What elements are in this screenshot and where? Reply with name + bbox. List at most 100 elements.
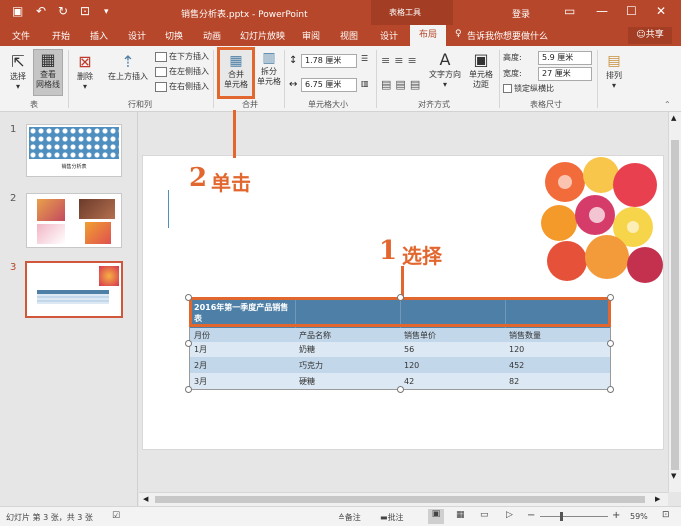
lock-aspect-checkbox[interactable]: 锁定纵横比	[503, 83, 554, 95]
cell-margins-button[interactable]: ▣ 单元格 边距	[465, 50, 497, 90]
align-left-icon[interactable]: ≡	[381, 54, 394, 67]
customize-qat-icon[interactable]: ▾	[104, 7, 109, 17]
table-header-cell[interactable]: 销售单价	[400, 328, 505, 342]
insert-left-button[interactable]: 在左侧插入	[155, 66, 209, 78]
fit-slide-icon[interactable]: ⊡	[662, 510, 670, 520]
zoom-slider-track[interactable]	[540, 516, 608, 517]
horizontal-align-buttons[interactable]: ≡≡≡	[381, 54, 421, 67]
table-cell[interactable]: 硬糖	[295, 373, 400, 389]
tab-table-layout[interactable]: 布局	[410, 25, 446, 46]
align-center-icon[interactable]: ≡	[394, 54, 407, 67]
tab-view[interactable]: 视图	[340, 29, 358, 42]
signin-link[interactable]: 登录	[512, 7, 530, 20]
reading-view-icon[interactable]: ▭	[480, 510, 489, 520]
zoom-slider-thumb[interactable]	[560, 512, 563, 521]
tab-review[interactable]: 审阅	[302, 29, 320, 42]
save-icon[interactable]: ▣	[12, 4, 23, 18]
comments-button[interactable]: ▬批注	[380, 512, 404, 523]
slide-thumbnail-2[interactable]	[26, 193, 122, 248]
distribute-cols-icon[interactable]: ▥	[361, 79, 369, 88]
table-header-cell[interactable]: 销售数量	[505, 328, 610, 342]
table-height-input[interactable]: 5.9 厘米	[538, 51, 592, 65]
ribbon-display-icon[interactable]: ▭	[564, 4, 575, 18]
collapse-ribbon-icon[interactable]: ⌃	[664, 100, 671, 109]
normal-view-icon[interactable]: ▣	[428, 509, 444, 524]
close-icon[interactable]: ✕	[656, 4, 666, 18]
align-middle-icon[interactable]: ▤	[395, 78, 409, 91]
scroll-down-icon[interactable]: ▼	[671, 472, 676, 480]
insert-right-button[interactable]: 在右侧插入	[155, 81, 209, 93]
maximize-icon[interactable]: ☐	[626, 4, 637, 18]
slide-sorter-icon[interactable]: ▦	[456, 510, 465, 520]
tab-file[interactable]: 文件	[12, 29, 30, 42]
split-cells-button[interactable]: ▥ 拆分 单元格	[256, 49, 282, 87]
spell-check-icon[interactable]: ☑	[112, 511, 120, 521]
align-top-icon[interactable]: ▤	[381, 78, 395, 91]
tab-table-design[interactable]: 设计	[380, 29, 398, 42]
zoom-out-icon[interactable]: −	[527, 510, 535, 521]
table-cell[interactable]: 奶糖	[295, 342, 400, 357]
column-width-input[interactable]: 6.75 厘米	[301, 78, 357, 92]
table-cell[interactable]: 巧克力	[295, 357, 400, 373]
slideshow-icon[interactable]: ▷	[506, 510, 513, 520]
merge-cells-button[interactable]: ▦ 合并 单元格	[217, 47, 255, 99]
candy-picture[interactable]	[537, 157, 663, 289]
align-bottom-icon[interactable]: ▤	[410, 78, 424, 91]
tab-animations[interactable]: 动画	[203, 29, 221, 42]
slide-thumbnail-1[interactable]: 销售分析表	[26, 124, 122, 177]
resize-handle[interactable]	[397, 294, 404, 301]
table-cell[interactable]: 120	[505, 342, 610, 357]
tab-home[interactable]: 开始	[52, 29, 70, 42]
table-cell[interactable]: 42	[400, 373, 505, 389]
delete-button[interactable]: ⊠ 删除 ▾	[72, 52, 98, 92]
scroll-thumb[interactable]	[671, 140, 679, 470]
table-cell[interactable]: 3月	[190, 373, 295, 389]
resize-handle[interactable]	[185, 340, 192, 347]
redo-icon[interactable]: ↻	[58, 4, 68, 18]
table-cell[interactable]: 120	[400, 357, 505, 373]
resize-handle[interactable]	[397, 386, 404, 393]
undo-icon[interactable]: ↶	[36, 4, 46, 18]
table-header-row[interactable]: 月份 产品名称 销售单价 销售数量	[190, 328, 610, 342]
table-cell[interactable]: 56	[400, 342, 505, 357]
scroll-thumb[interactable]	[155, 496, 645, 503]
zoom-level[interactable]: 59%	[630, 512, 648, 521]
select-button[interactable]: ⇱ 选择 ▾	[5, 52, 31, 92]
resize-handle[interactable]	[185, 386, 192, 393]
scroll-left-icon[interactable]: ◀	[143, 495, 148, 503]
vertical-scrollbar[interactable]: ▲ ▼	[668, 112, 681, 492]
tab-slideshow[interactable]: 幻灯片放映	[240, 29, 285, 42]
minimize-icon[interactable]: —	[596, 4, 608, 18]
tab-insert[interactable]: 插入	[90, 29, 108, 42]
arrange-button[interactable]: ▤ 排列 ▾	[601, 51, 627, 91]
tab-design[interactable]: 设计	[128, 29, 146, 42]
table-cell[interactable]: 1月	[190, 342, 295, 357]
table-header-cell[interactable]: 产品名称	[295, 328, 400, 342]
vertical-align-buttons[interactable]: ▤▤▤	[381, 78, 424, 91]
insert-below-button[interactable]: 在下方插入	[155, 51, 209, 63]
slide-thumbnail-3-selected[interactable]	[25, 261, 123, 318]
scroll-up-icon[interactable]: ▲	[671, 114, 676, 122]
share-button[interactable]: ☺共享	[628, 27, 672, 44]
row-height-input[interactable]: 1.78 厘米	[301, 54, 357, 68]
insert-above-button[interactable]: ⇡ 在上方插入	[102, 52, 154, 82]
distribute-rows-icon[interactable]: ☰	[361, 54, 368, 63]
table-row[interactable]: 1月 奶糖 56 120	[190, 342, 610, 357]
table-header-cell[interactable]: 月份	[190, 328, 295, 342]
zoom-in-icon[interactable]: +	[612, 510, 620, 521]
text-direction-button[interactable]: A 文字方向 ▾	[428, 50, 462, 90]
table-cell[interactable]: 82	[505, 373, 610, 389]
start-from-beginning-icon[interactable]: ⊡	[80, 4, 90, 18]
resize-handle[interactable]	[607, 294, 614, 301]
table-cell[interactable]: 452	[505, 357, 610, 373]
tab-transitions[interactable]: 切换	[165, 29, 183, 42]
table-width-input[interactable]: 27 厘米	[538, 67, 592, 81]
table-cell[interactable]: 2月	[190, 357, 295, 373]
resize-handle[interactable]	[607, 340, 614, 347]
align-right-icon[interactable]: ≡	[407, 54, 420, 67]
view-gridlines-button[interactable]: ▦ 查看 网格线	[33, 49, 63, 96]
horizontal-scrollbar[interactable]: ◀ ▶	[139, 492, 668, 506]
table-row[interactable]: 2月 巧克力 120 452	[190, 357, 610, 373]
resize-handle[interactable]	[185, 294, 192, 301]
scroll-right-icon[interactable]: ▶	[655, 495, 660, 503]
